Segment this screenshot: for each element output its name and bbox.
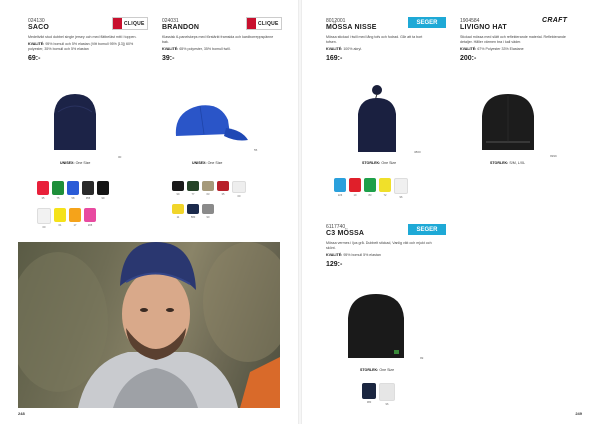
brandon-cap-image xyxy=(175,105,248,141)
seger-logo: SEGER xyxy=(408,17,446,28)
page-number-right: 249 xyxy=(575,411,582,416)
product-description: Mössa vermes i ljus grå. Dubbelt stickad… xyxy=(326,241,432,250)
nisse-artno: 3800 xyxy=(414,150,421,154)
saco-colors-row1: 35 75 58 955 99 xyxy=(37,181,109,200)
saco-size: UNISEX: One Size xyxy=(60,161,91,165)
nisse-size: STORLEK: One Size xyxy=(362,161,397,165)
saco-colors-row2: 00 01 17 205 xyxy=(37,208,96,229)
product-quality: KVALITÉ: 95% bomull 5% elastan xyxy=(326,253,381,257)
seger-logo: SEGER xyxy=(408,224,446,235)
model-photo xyxy=(18,242,280,408)
c3-colors: 380 96 xyxy=(362,383,395,406)
color-swatch: 35 xyxy=(37,181,49,200)
clique-logo: CLIQUE xyxy=(246,17,282,30)
color-swatch: 72 xyxy=(379,178,391,199)
color-swatch: 99 xyxy=(172,181,184,198)
brandon-artno: 55 xyxy=(254,148,258,152)
saco-beanie-image xyxy=(54,94,96,150)
color-swatch: 83 xyxy=(364,178,376,199)
craft-logo: CRAFT xyxy=(542,17,568,24)
c3-artno: 99 xyxy=(420,356,424,360)
color-swatch: 96 xyxy=(379,383,395,406)
color-swatch: 63 xyxy=(202,181,214,198)
product-livigno: 1904584 LIVIGNO HAT Stickad mössa med sl… xyxy=(460,18,576,62)
color-swatch: 90 xyxy=(202,204,214,219)
product-quality: KVALITÉ: 100% akryl. xyxy=(326,47,363,51)
clique-logo: CLIQUE xyxy=(112,17,148,30)
brandon-colors-row1: 99 77 63 35 00 xyxy=(172,181,246,198)
page-number-left: 248 xyxy=(18,411,25,416)
nisse-colors: 226 10 83 72 96 xyxy=(334,178,408,199)
product-price: 69:- xyxy=(28,55,41,62)
color-swatch: 01 xyxy=(54,208,66,229)
color-swatch: 99 xyxy=(97,181,109,200)
livigno-hat-image xyxy=(482,94,534,150)
nisse-hat-image xyxy=(358,85,396,152)
c3-beanie-image xyxy=(348,294,404,358)
color-swatch: 580 xyxy=(187,204,199,219)
color-swatch: 77 xyxy=(187,181,199,198)
color-swatch: 10 xyxy=(349,178,361,199)
product-description: Klassisk 6-panelskeps med förstärkt fram… xyxy=(162,35,274,44)
color-swatch: 11 xyxy=(172,204,184,219)
product-description: Medeltvikt stud dubbel single jersey och… xyxy=(28,35,137,39)
brandon-colors-row2: 11 580 90 xyxy=(172,204,214,219)
product-quality: KVALITÉ: 95% bomull och 5% elastan (Vitt… xyxy=(28,42,134,51)
color-swatch: 955 xyxy=(82,181,94,200)
color-swatch: 00 xyxy=(232,181,246,198)
color-swatch: 226 xyxy=(334,178,346,199)
product-name: LIVIGNO HAT xyxy=(460,24,507,31)
right-page: 8012001 MÖSSA NISSE Mössa stickad i twil… xyxy=(302,0,600,424)
color-swatch: 00 xyxy=(37,208,51,229)
product-price: 129:- xyxy=(326,261,343,268)
color-swatch: 380 xyxy=(362,383,376,406)
color-swatch: 75 xyxy=(52,181,64,200)
brandon-size: UNISEX: One Size xyxy=(192,161,223,165)
livigno-size: STORLEK: S/M, L/XL xyxy=(490,161,526,165)
product-price: 169:- xyxy=(326,55,343,62)
color-swatch: 35 xyxy=(217,181,229,198)
livigno-artno: 9999 xyxy=(550,154,557,158)
product-price: 200:- xyxy=(460,55,477,62)
color-swatch: 205 xyxy=(84,208,96,229)
color-swatch: 58 xyxy=(67,181,79,200)
product-quality: KVALITÉ: 65% polyester, 35% bomull twill… xyxy=(162,47,231,51)
product-description: Stickad mössa med slätt och reflekterand… xyxy=(460,35,566,44)
saco-artno: 00 xyxy=(118,155,122,159)
color-swatch: 17 xyxy=(69,208,81,229)
product-quality: KVALITÉ: 67% Polyester 33% Elastane xyxy=(460,47,524,51)
left-page: 024130 SACO Medeltvikt stud dubbel singl… xyxy=(0,0,298,424)
product-description: Mössa stickad i twill med lång tofs och … xyxy=(326,35,423,44)
color-swatch: 96 xyxy=(394,178,408,199)
product-price: 39:- xyxy=(162,55,175,62)
c3-size: STORLEK: One Size xyxy=(360,368,395,372)
